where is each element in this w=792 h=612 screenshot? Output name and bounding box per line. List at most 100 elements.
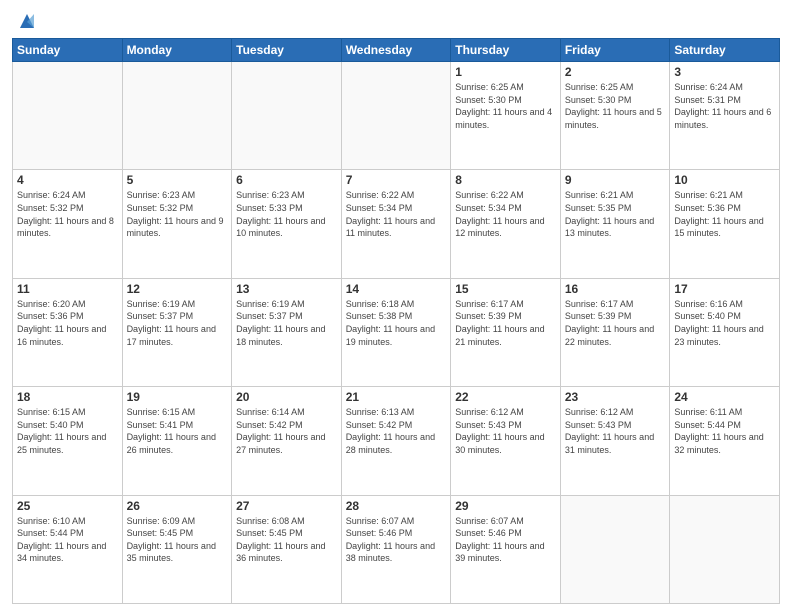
day-info: Sunrise: 6:15 AM Sunset: 5:41 PM Dayligh… bbox=[127, 406, 228, 456]
calendar-body: 1 Sunrise: 6:25 AM Sunset: 5:30 PM Daylig… bbox=[13, 62, 780, 604]
day-number: 4 bbox=[17, 173, 118, 187]
day-number: 10 bbox=[674, 173, 775, 187]
calendar-cell: 9 Sunrise: 6:21 AM Sunset: 5:35 PM Daylig… bbox=[560, 170, 670, 278]
day-of-week-header: Monday bbox=[122, 39, 232, 62]
day-number: 16 bbox=[565, 282, 666, 296]
day-info: Sunrise: 6:17 AM Sunset: 5:39 PM Dayligh… bbox=[455, 298, 556, 348]
day-number: 23 bbox=[565, 390, 666, 404]
calendar-week-row: 11 Sunrise: 6:20 AM Sunset: 5:36 PM Dayli… bbox=[13, 278, 780, 386]
day-number: 24 bbox=[674, 390, 775, 404]
day-info: Sunrise: 6:19 AM Sunset: 5:37 PM Dayligh… bbox=[127, 298, 228, 348]
day-info: Sunrise: 6:23 AM Sunset: 5:33 PM Dayligh… bbox=[236, 189, 337, 239]
calendar-cell: 6 Sunrise: 6:23 AM Sunset: 5:33 PM Daylig… bbox=[232, 170, 342, 278]
calendar-cell: 1 Sunrise: 6:25 AM Sunset: 5:30 PM Daylig… bbox=[451, 62, 561, 170]
day-number: 3 bbox=[674, 65, 775, 79]
calendar-cell: 2Sunrise: 6:25 AM Sunset: 5:30 PM Daylig… bbox=[560, 62, 670, 170]
header bbox=[12, 10, 780, 32]
day-info: Sunrise: 6:25 AM Sunset: 5:30 PM Dayligh… bbox=[565, 81, 666, 131]
day-number: 6 bbox=[236, 173, 337, 187]
day-number: 9 bbox=[565, 173, 666, 187]
calendar-cell: 10 Sunrise: 6:21 AM Sunset: 5:36 PM Dayli… bbox=[670, 170, 780, 278]
calendar-cell: 7Sunrise: 6:22 AM Sunset: 5:34 PM Daylig… bbox=[341, 170, 451, 278]
calendar-cell: 28Sunrise: 6:07 AM Sunset: 5:46 PM Dayli… bbox=[341, 495, 451, 603]
calendar-week-row: 4 Sunrise: 6:24 AM Sunset: 5:32 PM Daylig… bbox=[13, 170, 780, 278]
page: SundayMondayTuesdayWednesdayThursdayFrid… bbox=[0, 0, 792, 612]
day-number: 14 bbox=[346, 282, 447, 296]
calendar-cell: 25 Sunrise: 6:10 AM Sunset: 5:44 PM Dayli… bbox=[13, 495, 123, 603]
calendar-cell: 12Sunrise: 6:19 AM Sunset: 5:37 PM Dayli… bbox=[122, 278, 232, 386]
day-number: 25 bbox=[17, 499, 118, 513]
calendar-cell: 29 Sunrise: 6:07 AM Sunset: 5:46 PM Dayli… bbox=[451, 495, 561, 603]
day-of-week-header: Friday bbox=[560, 39, 670, 62]
day-info: Sunrise: 6:14 AM Sunset: 5:42 PM Dayligh… bbox=[236, 406, 337, 456]
day-info: Sunrise: 6:10 AM Sunset: 5:44 PM Dayligh… bbox=[17, 515, 118, 565]
calendar-cell: 22Sunrise: 6:12 AM Sunset: 5:43 PM Dayli… bbox=[451, 387, 561, 495]
calendar-week-row: 18 Sunrise: 6:15 AM Sunset: 5:40 PM Dayli… bbox=[13, 387, 780, 495]
day-info: Sunrise: 6:07 AM Sunset: 5:46 PM Dayligh… bbox=[346, 515, 447, 565]
day-of-week-header: Tuesday bbox=[232, 39, 342, 62]
day-number: 7 bbox=[346, 173, 447, 187]
day-number: 5 bbox=[127, 173, 228, 187]
day-number: 20 bbox=[236, 390, 337, 404]
day-number: 11 bbox=[17, 282, 118, 296]
day-info: Sunrise: 6:24 AM Sunset: 5:31 PM Dayligh… bbox=[674, 81, 775, 131]
day-info: Sunrise: 6:16 AM Sunset: 5:40 PM Dayligh… bbox=[674, 298, 775, 348]
calendar-cell: 26 Sunrise: 6:09 AM Sunset: 5:45 PM Dayli… bbox=[122, 495, 232, 603]
calendar-cell: 15 Sunrise: 6:17 AM Sunset: 5:39 PM Dayli… bbox=[451, 278, 561, 386]
day-info: Sunrise: 6:24 AM Sunset: 5:32 PM Dayligh… bbox=[17, 189, 118, 239]
calendar-cell: 24 Sunrise: 6:11 AM Sunset: 5:44 PM Dayli… bbox=[670, 387, 780, 495]
day-number: 17 bbox=[674, 282, 775, 296]
calendar-cell: 8 Sunrise: 6:22 AM Sunset: 5:34 PM Daylig… bbox=[451, 170, 561, 278]
day-info: Sunrise: 6:25 AM Sunset: 5:30 PM Dayligh… bbox=[455, 81, 556, 131]
calendar-cell: 23 Sunrise: 6:12 AM Sunset: 5:43 PM Dayli… bbox=[560, 387, 670, 495]
day-info: Sunrise: 6:22 AM Sunset: 5:34 PM Dayligh… bbox=[455, 189, 556, 239]
day-of-week-header: Thursday bbox=[451, 39, 561, 62]
calendar-cell bbox=[341, 62, 451, 170]
day-info: Sunrise: 6:13 AM Sunset: 5:42 PM Dayligh… bbox=[346, 406, 447, 456]
calendar-week-row: 25 Sunrise: 6:10 AM Sunset: 5:44 PM Dayli… bbox=[13, 495, 780, 603]
day-number: 22 bbox=[455, 390, 556, 404]
day-of-week-header: Saturday bbox=[670, 39, 780, 62]
day-number: 13 bbox=[236, 282, 337, 296]
day-info: Sunrise: 6:08 AM Sunset: 5:45 PM Dayligh… bbox=[236, 515, 337, 565]
day-number: 1 bbox=[455, 65, 556, 79]
day-number: 21 bbox=[346, 390, 447, 404]
calendar-cell bbox=[122, 62, 232, 170]
day-number: 27 bbox=[236, 499, 337, 513]
day-info: Sunrise: 6:12 AM Sunset: 5:43 PM Dayligh… bbox=[565, 406, 666, 456]
calendar-cell: 11 Sunrise: 6:20 AM Sunset: 5:36 PM Dayli… bbox=[13, 278, 123, 386]
day-number: 26 bbox=[127, 499, 228, 513]
day-number: 15 bbox=[455, 282, 556, 296]
calendar-header: SundayMondayTuesdayWednesdayThursdayFrid… bbox=[13, 39, 780, 62]
day-header-row: SundayMondayTuesdayWednesdayThursdayFrid… bbox=[13, 39, 780, 62]
calendar-cell: 21 Sunrise: 6:13 AM Sunset: 5:42 PM Dayli… bbox=[341, 387, 451, 495]
day-info: Sunrise: 6:17 AM Sunset: 5:39 PM Dayligh… bbox=[565, 298, 666, 348]
day-info: Sunrise: 6:20 AM Sunset: 5:36 PM Dayligh… bbox=[17, 298, 118, 348]
calendar-cell: 20 Sunrise: 6:14 AM Sunset: 5:42 PM Dayli… bbox=[232, 387, 342, 495]
calendar-cell: 3 Sunrise: 6:24 AM Sunset: 5:31 PM Daylig… bbox=[670, 62, 780, 170]
logo-icon bbox=[16, 10, 38, 32]
day-number: 18 bbox=[17, 390, 118, 404]
calendar-cell bbox=[232, 62, 342, 170]
calendar-table: SundayMondayTuesdayWednesdayThursdayFrid… bbox=[12, 38, 780, 604]
day-info: Sunrise: 6:21 AM Sunset: 5:36 PM Dayligh… bbox=[674, 189, 775, 239]
day-info: Sunrise: 6:07 AM Sunset: 5:46 PM Dayligh… bbox=[455, 515, 556, 565]
day-info: Sunrise: 6:11 AM Sunset: 5:44 PM Dayligh… bbox=[674, 406, 775, 456]
calendar-cell: 14 Sunrise: 6:18 AM Sunset: 5:38 PM Dayli… bbox=[341, 278, 451, 386]
day-info: Sunrise: 6:09 AM Sunset: 5:45 PM Dayligh… bbox=[127, 515, 228, 565]
day-info: Sunrise: 6:23 AM Sunset: 5:32 PM Dayligh… bbox=[127, 189, 228, 239]
calendar-cell: 17 Sunrise: 6:16 AM Sunset: 5:40 PM Dayli… bbox=[670, 278, 780, 386]
calendar-cell: 5 Sunrise: 6:23 AM Sunset: 5:32 PM Daylig… bbox=[122, 170, 232, 278]
day-number: 19 bbox=[127, 390, 228, 404]
day-number: 8 bbox=[455, 173, 556, 187]
calendar-cell: 27 Sunrise: 6:08 AM Sunset: 5:45 PM Dayli… bbox=[232, 495, 342, 603]
day-info: Sunrise: 6:21 AM Sunset: 5:35 PM Dayligh… bbox=[565, 189, 666, 239]
day-number: 29 bbox=[455, 499, 556, 513]
day-info: Sunrise: 6:18 AM Sunset: 5:38 PM Dayligh… bbox=[346, 298, 447, 348]
calendar-cell: 4 Sunrise: 6:24 AM Sunset: 5:32 PM Daylig… bbox=[13, 170, 123, 278]
calendar-cell bbox=[13, 62, 123, 170]
calendar-cell bbox=[670, 495, 780, 603]
day-info: Sunrise: 6:15 AM Sunset: 5:40 PM Dayligh… bbox=[17, 406, 118, 456]
calendar-cell: 19 Sunrise: 6:15 AM Sunset: 5:41 PM Dayli… bbox=[122, 387, 232, 495]
calendar-cell: 16 Sunrise: 6:17 AM Sunset: 5:39 PM Dayli… bbox=[560, 278, 670, 386]
